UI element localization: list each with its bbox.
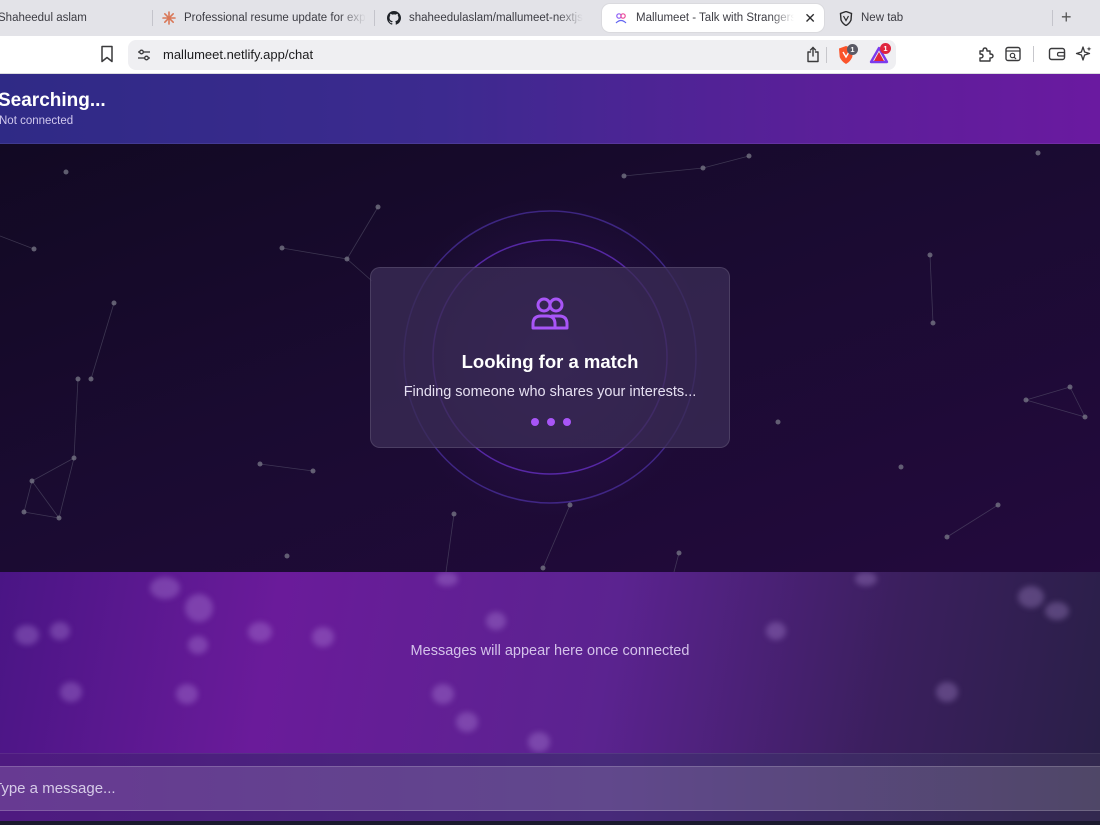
rewards-badge: 1 [880, 43, 891, 54]
share-icon[interactable] [806, 46, 820, 63]
background-blur-blob [1045, 602, 1069, 620]
loading-dot [547, 418, 555, 426]
extensions-icon[interactable] [977, 45, 995, 63]
tab-separator [1052, 10, 1053, 26]
messages-empty-state: Messages will appear here once connected [410, 643, 690, 659]
tab-mallumeet[interactable]: Mallumeet - Talk with Strangers ✕ [602, 4, 824, 32]
site-settings-icon[interactable] [137, 48, 151, 62]
tab-separator [152, 10, 153, 26]
tab-github[interactable]: shaheedulaslam/mallumeet-nextjs [387, 4, 593, 32]
match-subtitle: Finding someone who shares your interest… [403, 384, 697, 400]
address-bar[interactable]: mallumeet.netlify.app/chat 1 1 [128, 40, 896, 70]
close-tab-icon[interactable]: ✕ [804, 10, 816, 26]
claude-asterisk-icon [162, 11, 176, 25]
message-composer [0, 753, 1100, 825]
divider [826, 47, 827, 63]
video-match-area: Looking for a match Finding someone who … [0, 144, 1100, 572]
background-blur-blob [436, 572, 458, 586]
tab-title: Shaheedul aslam [0, 12, 87, 24]
connection-subtitle: Not connected [0, 115, 74, 127]
brave-shields-icon[interactable]: 1 [837, 44, 858, 65]
brave-rewards-icon[interactable]: 1 [869, 43, 891, 65]
tab-title: shaheedulaslam/mallumeet-nextjs [409, 12, 583, 24]
browser-tab-strip: Shaheedul aslam Professional resume upda… [0, 0, 1100, 36]
background-blur-blob [50, 622, 70, 640]
background-blur-blob [766, 622, 786, 640]
shields-badge: 1 [847, 44, 858, 55]
divider [1033, 46, 1034, 62]
connection-status: Searching... [0, 90, 106, 111]
background-blur-blob [15, 625, 39, 645]
wallet-icon[interactable] [1048, 45, 1066, 63]
leo-ai-icon[interactable] [1075, 45, 1093, 63]
background-blur-blob [60, 682, 82, 702]
background-blur-blob [176, 684, 198, 704]
background-blur-blob [185, 594, 213, 622]
loading-dot [531, 418, 539, 426]
tab-new-tab[interactable]: New tab [839, 4, 1039, 32]
tab-title: Mallumeet - Talk with Strangers [636, 12, 794, 24]
match-status-card: Looking for a match Finding someone who … [370, 267, 730, 448]
github-icon [387, 11, 401, 25]
background-blur-blob [432, 684, 454, 704]
tab-resume[interactable]: Professional resume update for exp [162, 4, 366, 32]
match-title: Looking for a match [461, 351, 639, 372]
mallumeet-favicon [614, 11, 628, 25]
messages-panel: Messages will appear here once connected [0, 572, 1100, 753]
background-blur-blob [456, 712, 478, 732]
message-input[interactable] [0, 766, 1100, 811]
new-tab-button[interactable]: + [1061, 7, 1072, 27]
loading-dot [563, 418, 571, 426]
bookmark-icon[interactable] [99, 45, 115, 63]
tab-profile[interactable]: Shaheedul aslam [0, 4, 148, 32]
loading-dots [531, 418, 571, 426]
background-blur-blob [486, 612, 506, 630]
background-blur-blob [150, 577, 180, 599]
url-text[interactable]: mallumeet.netlify.app/chat [163, 47, 313, 62]
background-blur-blob [855, 572, 877, 586]
background-blur-blob [1018, 586, 1044, 608]
background-blur-blob [528, 732, 550, 752]
tab-title: New tab [861, 12, 904, 24]
browser-toolbar: mallumeet.netlify.app/chat 1 1 [0, 36, 1100, 74]
leo-sidebar-icon[interactable] [1004, 45, 1022, 63]
window-bottom-edge [0, 821, 1100, 825]
background-blur-blob [936, 682, 958, 702]
brave-icon [839, 10, 853, 26]
background-blur-blob [248, 622, 272, 642]
chat-header: Searching... Not connected [0, 74, 1100, 144]
tab-separator [374, 10, 375, 26]
users-icon [531, 297, 569, 330]
tab-title: Professional resume update for exp [184, 12, 366, 24]
